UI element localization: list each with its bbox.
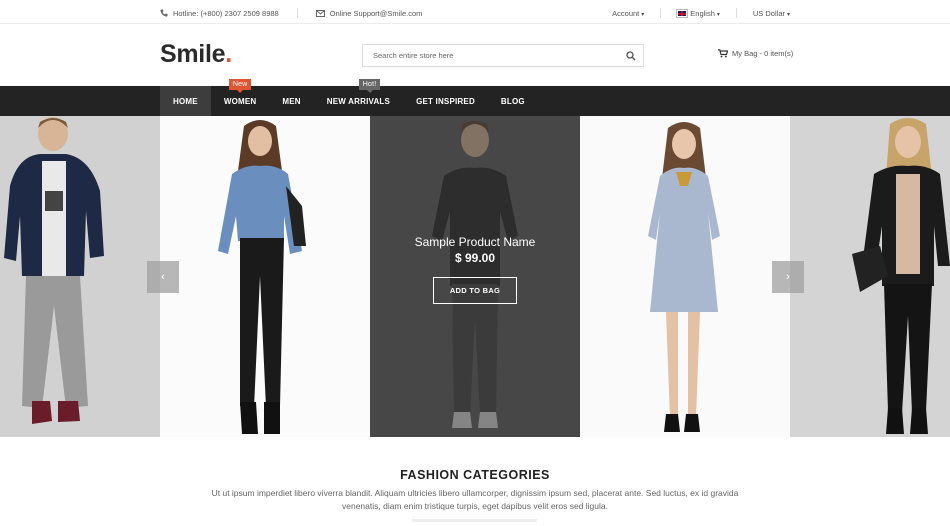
phone-icon — [160, 9, 168, 17]
product-name[interactable]: Sample Product Name — [370, 235, 580, 249]
section-description: Ut ut ipsum imperdiet libero viverra bla… — [211, 488, 739, 511]
language-dropdown[interactable]: English ▾ — [676, 8, 720, 19]
nav-label: WOMEN — [223, 96, 257, 106]
caret-down-icon: ▾ — [641, 11, 645, 18]
divider — [735, 8, 737, 18]
section-divider — [412, 519, 537, 522]
nav-item-men[interactable]: MEN — [269, 86, 313, 116]
account-label: Account — [612, 8, 640, 18]
model-man-jacket-image — [4, 117, 104, 424]
support-email-text: Online Support@Smile.com — [329, 8, 423, 18]
slider-next-button[interactable]: › — [772, 261, 804, 293]
new-badge: New — [228, 79, 252, 93]
currency-dropdown[interactable]: US Dollar ▾ — [753, 9, 790, 18]
featured-product-slide[interactable]: Sample Product Name $ 99.00 ADD TO BAG — [370, 116, 580, 437]
chevron-right-icon: › — [786, 271, 790, 283]
nav-item-new-arrivals[interactable]: Hot! NEW ARRIVALS — [314, 79, 403, 116]
account-dropdown[interactable]: Account ▾ — [612, 9, 644, 18]
search-box — [362, 44, 644, 67]
search-icon[interactable] — [626, 51, 636, 61]
language-label: English — [690, 8, 715, 18]
nav-item-get-inspired[interactable]: GET INSPIRED — [403, 86, 488, 116]
product-slide[interactable] — [160, 116, 370, 437]
model-woman-blazer-image — [852, 118, 950, 434]
nav-item-women[interactable]: New WOMEN — [211, 79, 270, 116]
hotline: Hotline: (+800) 2307 2509 8988 — [160, 9, 279, 18]
divider — [296, 8, 298, 18]
currency-label: US Dollar — [752, 8, 785, 18]
cart-link[interactable]: My Bag - 0 item(s) — [718, 49, 793, 58]
hotline-text: Hotline: (+800) 2307 2509 8988 — [173, 8, 279, 18]
product-slide[interactable] — [580, 116, 790, 437]
add-to-bag-button[interactable]: ADD TO BAG — [433, 277, 517, 304]
nav-label: HOME — [173, 96, 198, 106]
nav-item-blog[interactable]: BLOG — [488, 86, 538, 116]
divider — [660, 8, 662, 18]
search-input[interactable] — [363, 45, 613, 66]
envelope-icon — [315, 9, 325, 17]
hot-badge: Hot! — [358, 79, 381, 93]
main-nav: HOME New WOMEN MEN Hot! NEW ARRIVALS GET… — [0, 79, 950, 116]
product-slider: Sample Product Name $ 99.00 ADD TO BAG ‹… — [0, 116, 950, 437]
nav-item-home[interactable]: HOME — [160, 86, 211, 116]
caret-down-icon: ▾ — [786, 11, 790, 18]
product-price: $ 99.00 — [454, 251, 496, 265]
top-right-menu: Account ▾ English ▾ US Dollar ▾ — [612, 8, 790, 19]
slider-prev-button[interactable]: ‹ — [147, 261, 179, 293]
nav-label: GET INSPIRED — [416, 96, 475, 106]
product-slide[interactable] — [0, 116, 160, 437]
product-slide[interactable] — [790, 116, 950, 437]
model-woman-denim-image — [218, 120, 306, 434]
caret-down-icon: ▾ — [716, 11, 720, 18]
logo[interactable]: Smile. — [160, 40, 232, 69]
shopping-cart-icon — [718, 49, 728, 58]
support-email[interactable]: Online Support@Smile.com — [315, 8, 423, 18]
top-bar: Hotline: (+800) 2307 2509 8988 Online Su… — [0, 0, 950, 24]
nav-label: MEN — [282, 96, 301, 106]
model-woman-dress-image — [648, 122, 720, 432]
cart-label: My Bag - 0 item(s) — [732, 49, 794, 58]
logo-dot: . — [225, 40, 232, 68]
section-title: FASHION CATEGORIES — [400, 468, 550, 482]
nav-label: BLOG — [500, 96, 525, 106]
logo-text: Smile — [160, 40, 226, 68]
nav-label: NEW ARRIVALS — [326, 96, 391, 106]
uk-flag-icon — [676, 9, 689, 19]
contact-info: Hotline: (+800) 2307 2509 8988 Online Su… — [160, 8, 422, 18]
chevron-left-icon: ‹ — [161, 271, 165, 283]
